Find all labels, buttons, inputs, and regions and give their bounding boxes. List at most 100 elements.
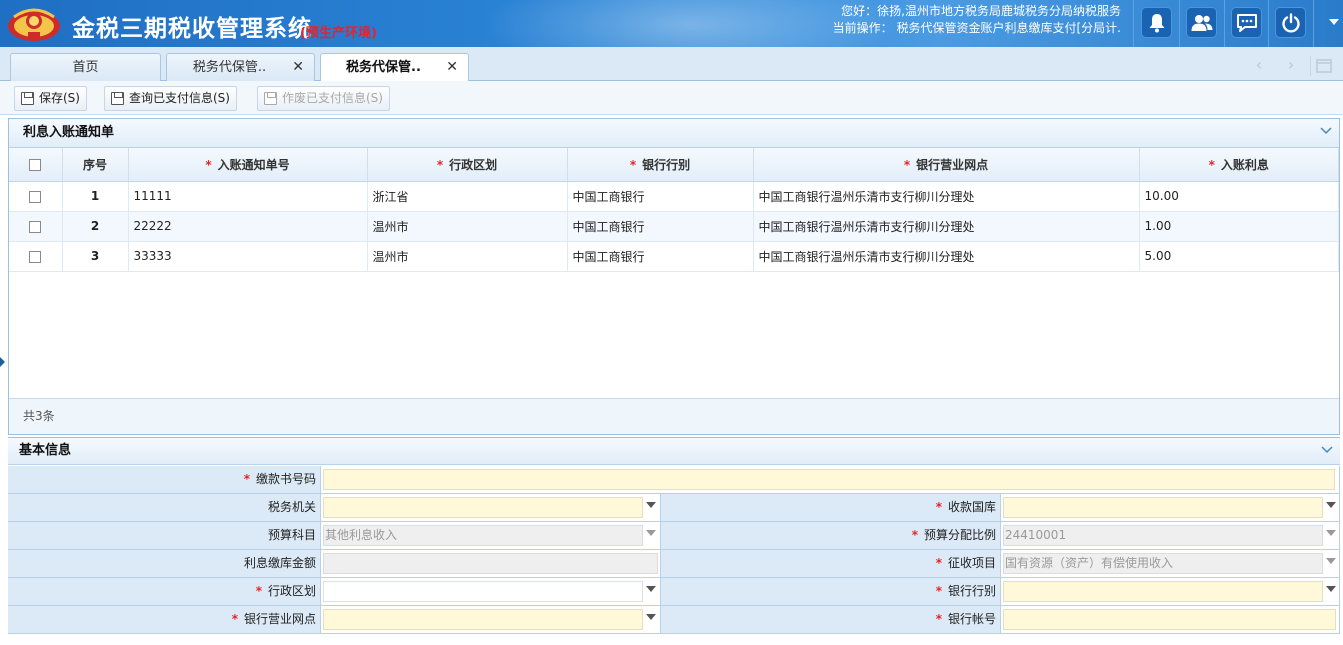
label-text: 缴款书号码 — [255, 472, 316, 486]
sidebar-expand-icon[interactable] — [0, 357, 5, 367]
form-row: * 银行营业网点 * 银行帐号 — [8, 606, 1340, 634]
row-checkbox[interactable] — [29, 220, 42, 233]
query-paid-button[interactable]: 查询已支付信息(S) — [104, 86, 237, 111]
column-label: 入账通知单号 — [217, 157, 290, 172]
cell-region[interactable]: 浙江省 — [367, 181, 568, 212]
field-label: 预算科目 — [8, 522, 321, 550]
dropdown-arrow-icon[interactable] — [1326, 586, 1336, 592]
tab-tax-custody-2[interactable]: 税务代保管.. ✕ — [320, 53, 469, 82]
record-count: 共3条 — [9, 398, 1339, 434]
column-header-bank-type[interactable]: * 银行行别 — [567, 148, 754, 182]
label-text: 预算科目 — [267, 528, 316, 542]
notification-button[interactable] — [1141, 7, 1172, 38]
field-value-cell — [321, 578, 661, 606]
field-value-cell: 国有资源（资产）有偿使用收入 — [1001, 550, 1340, 578]
region-select[interactable] — [323, 581, 643, 602]
field-label: * 银行营业网点 — [8, 606, 321, 634]
maximize-icon[interactable] — [1316, 59, 1332, 73]
collapse-chevron-icon[interactable] — [1319, 119, 1333, 147]
cell-notice-no[interactable]: 33333 — [128, 241, 368, 272]
tab-scroll-left-icon[interactable]: ‹ — [1248, 56, 1270, 76]
column-label: 序号 — [82, 157, 107, 172]
tab-home[interactable]: 首页 — [10, 53, 161, 82]
form-row: 预算科目 其他利息收入 * 预算分配比例 24410001 — [8, 522, 1340, 550]
cell-region[interactable]: 温州市 — [367, 241, 568, 272]
cell-interest[interactable]: 10.00 — [1139, 181, 1339, 212]
field-value-cell — [1001, 578, 1340, 606]
bank-branch-select[interactable] — [323, 609, 643, 630]
app-title: 金税三期税收管理系统 — [72, 16, 312, 42]
cell-interest[interactable]: 5.00 — [1139, 241, 1339, 272]
header-divider — [1133, 0, 1134, 47]
required-mark: * — [205, 157, 212, 172]
table-row[interactable]: 3 33333 温州市 中国工商银行 中国工商银行温州乐清市支行柳川分理处 5.… — [9, 241, 1339, 272]
field-label: * 银行行别 — [661, 578, 1001, 606]
field-label: * 行政区划 — [8, 578, 321, 606]
power-icon — [1281, 12, 1300, 32]
dropdown-arrow-icon[interactable] — [646, 502, 656, 508]
cell-bank-branch[interactable]: 中国工商银行温州乐清市支行柳川分理处 — [753, 181, 1140, 212]
tab-tax-custody-1[interactable]: 税务代保管.. ✕ — [166, 53, 315, 82]
table-row[interactable]: 2 22222 温州市 中国工商银行 中国工商银行温州乐清市支行柳川分理处 1.… — [9, 211, 1339, 242]
label-text: 行政区划 — [267, 584, 316, 598]
row-index: 3 — [62, 241, 129, 272]
label-text: 税务机关 — [267, 500, 316, 514]
cell-bank-branch[interactable]: 中国工商银行温州乐清市支行柳川分理处 — [753, 211, 1140, 242]
field-label: * 征收项目 — [661, 550, 1001, 578]
select-all-checkbox[interactable] — [29, 158, 42, 171]
row-checkbox[interactable] — [29, 250, 42, 263]
panel-header: 利息入账通知单 — [9, 119, 1339, 148]
panel-title: 基本信息 — [19, 443, 72, 458]
cell-bank-type[interactable]: 中国工商银行 — [567, 241, 754, 272]
header-menu-dropdown-icon[interactable] — [1329, 19, 1339, 25]
required-mark: * — [935, 556, 942, 570]
bell-icon — [1149, 13, 1164, 32]
close-icon[interactable]: ✕ — [292, 54, 304, 81]
dropdown-arrow-icon[interactable] — [646, 614, 656, 620]
cell-notice-no[interactable]: 11111 — [128, 181, 368, 212]
save-button[interactable]: 保存(S) — [14, 86, 87, 111]
field-value-cell: 其他利息收入 — [321, 522, 661, 550]
form-row: * 缴款书号码 — [8, 466, 1340, 494]
payment-book-no-input[interactable] — [323, 469, 1335, 490]
treasury-select[interactable] — [1003, 497, 1323, 518]
cell-bank-branch[interactable]: 中国工商银行温州乐清市支行柳川分理处 — [753, 241, 1140, 272]
save-button-label: 保存(S) — [39, 91, 80, 105]
cell-bank-type[interactable]: 中国工商银行 — [567, 211, 754, 242]
current-operation: 当前操作： 税务代保管资金账户利息缴库支付[分局计. — [832, 21, 1121, 35]
row-select-cell — [9, 211, 63, 242]
floppy-icon — [264, 92, 277, 105]
select-all-header — [9, 148, 63, 182]
collapse-chevron-icon[interactable] — [1320, 438, 1334, 466]
column-header-notice-no[interactable]: * 入账通知单号 — [128, 148, 368, 182]
tax-authority-select[interactable] — [323, 497, 643, 518]
users-button[interactable] — [1186, 7, 1217, 38]
messages-button[interactable] — [1231, 7, 1262, 38]
column-header-bank-branch[interactable]: * 银行营业网点 — [753, 148, 1140, 182]
bank-type-select[interactable] — [1003, 581, 1323, 602]
column-header-interest[interactable]: * 入账利息 — [1139, 148, 1339, 182]
column-header-region[interactable]: * 行政区划 — [367, 148, 568, 182]
cell-region[interactable]: 温州市 — [367, 211, 568, 242]
dropdown-arrow-icon[interactable] — [1326, 502, 1336, 508]
required-mark: * — [436, 157, 444, 172]
required-mark: * — [231, 612, 238, 626]
close-icon[interactable]: ✕ — [446, 54, 458, 81]
bank-account-input[interactable] — [1003, 609, 1336, 630]
tab-scroll-right-icon[interactable]: › — [1280, 56, 1302, 76]
void-paid-button[interactable]: 作废已支付信息(S) — [257, 86, 390, 111]
cell-notice-no[interactable]: 22222 — [128, 211, 368, 242]
cell-interest[interactable]: 1.00 — [1139, 211, 1339, 242]
panel-title: 利息入账通知单 — [23, 125, 115, 140]
logout-button[interactable] — [1275, 7, 1306, 38]
field-label: 利息缴库金额 — [8, 550, 321, 578]
dropdown-arrow-icon[interactable] — [646, 586, 656, 592]
cell-bank-type[interactable]: 中国工商银行 — [567, 181, 754, 212]
required-mark: * — [911, 528, 918, 542]
required-mark: * — [1208, 157, 1215, 172]
row-checkbox[interactable] — [29, 190, 42, 203]
dropdown-arrow-icon — [1326, 558, 1336, 564]
label-text: 银行帐号 — [947, 612, 996, 626]
tab-label: 税务代保管.. — [192, 60, 267, 75]
table-row[interactable]: 1 11111 浙江省 中国工商银行 中国工商银行温州乐清市支行柳川分理处 10… — [9, 181, 1339, 212]
